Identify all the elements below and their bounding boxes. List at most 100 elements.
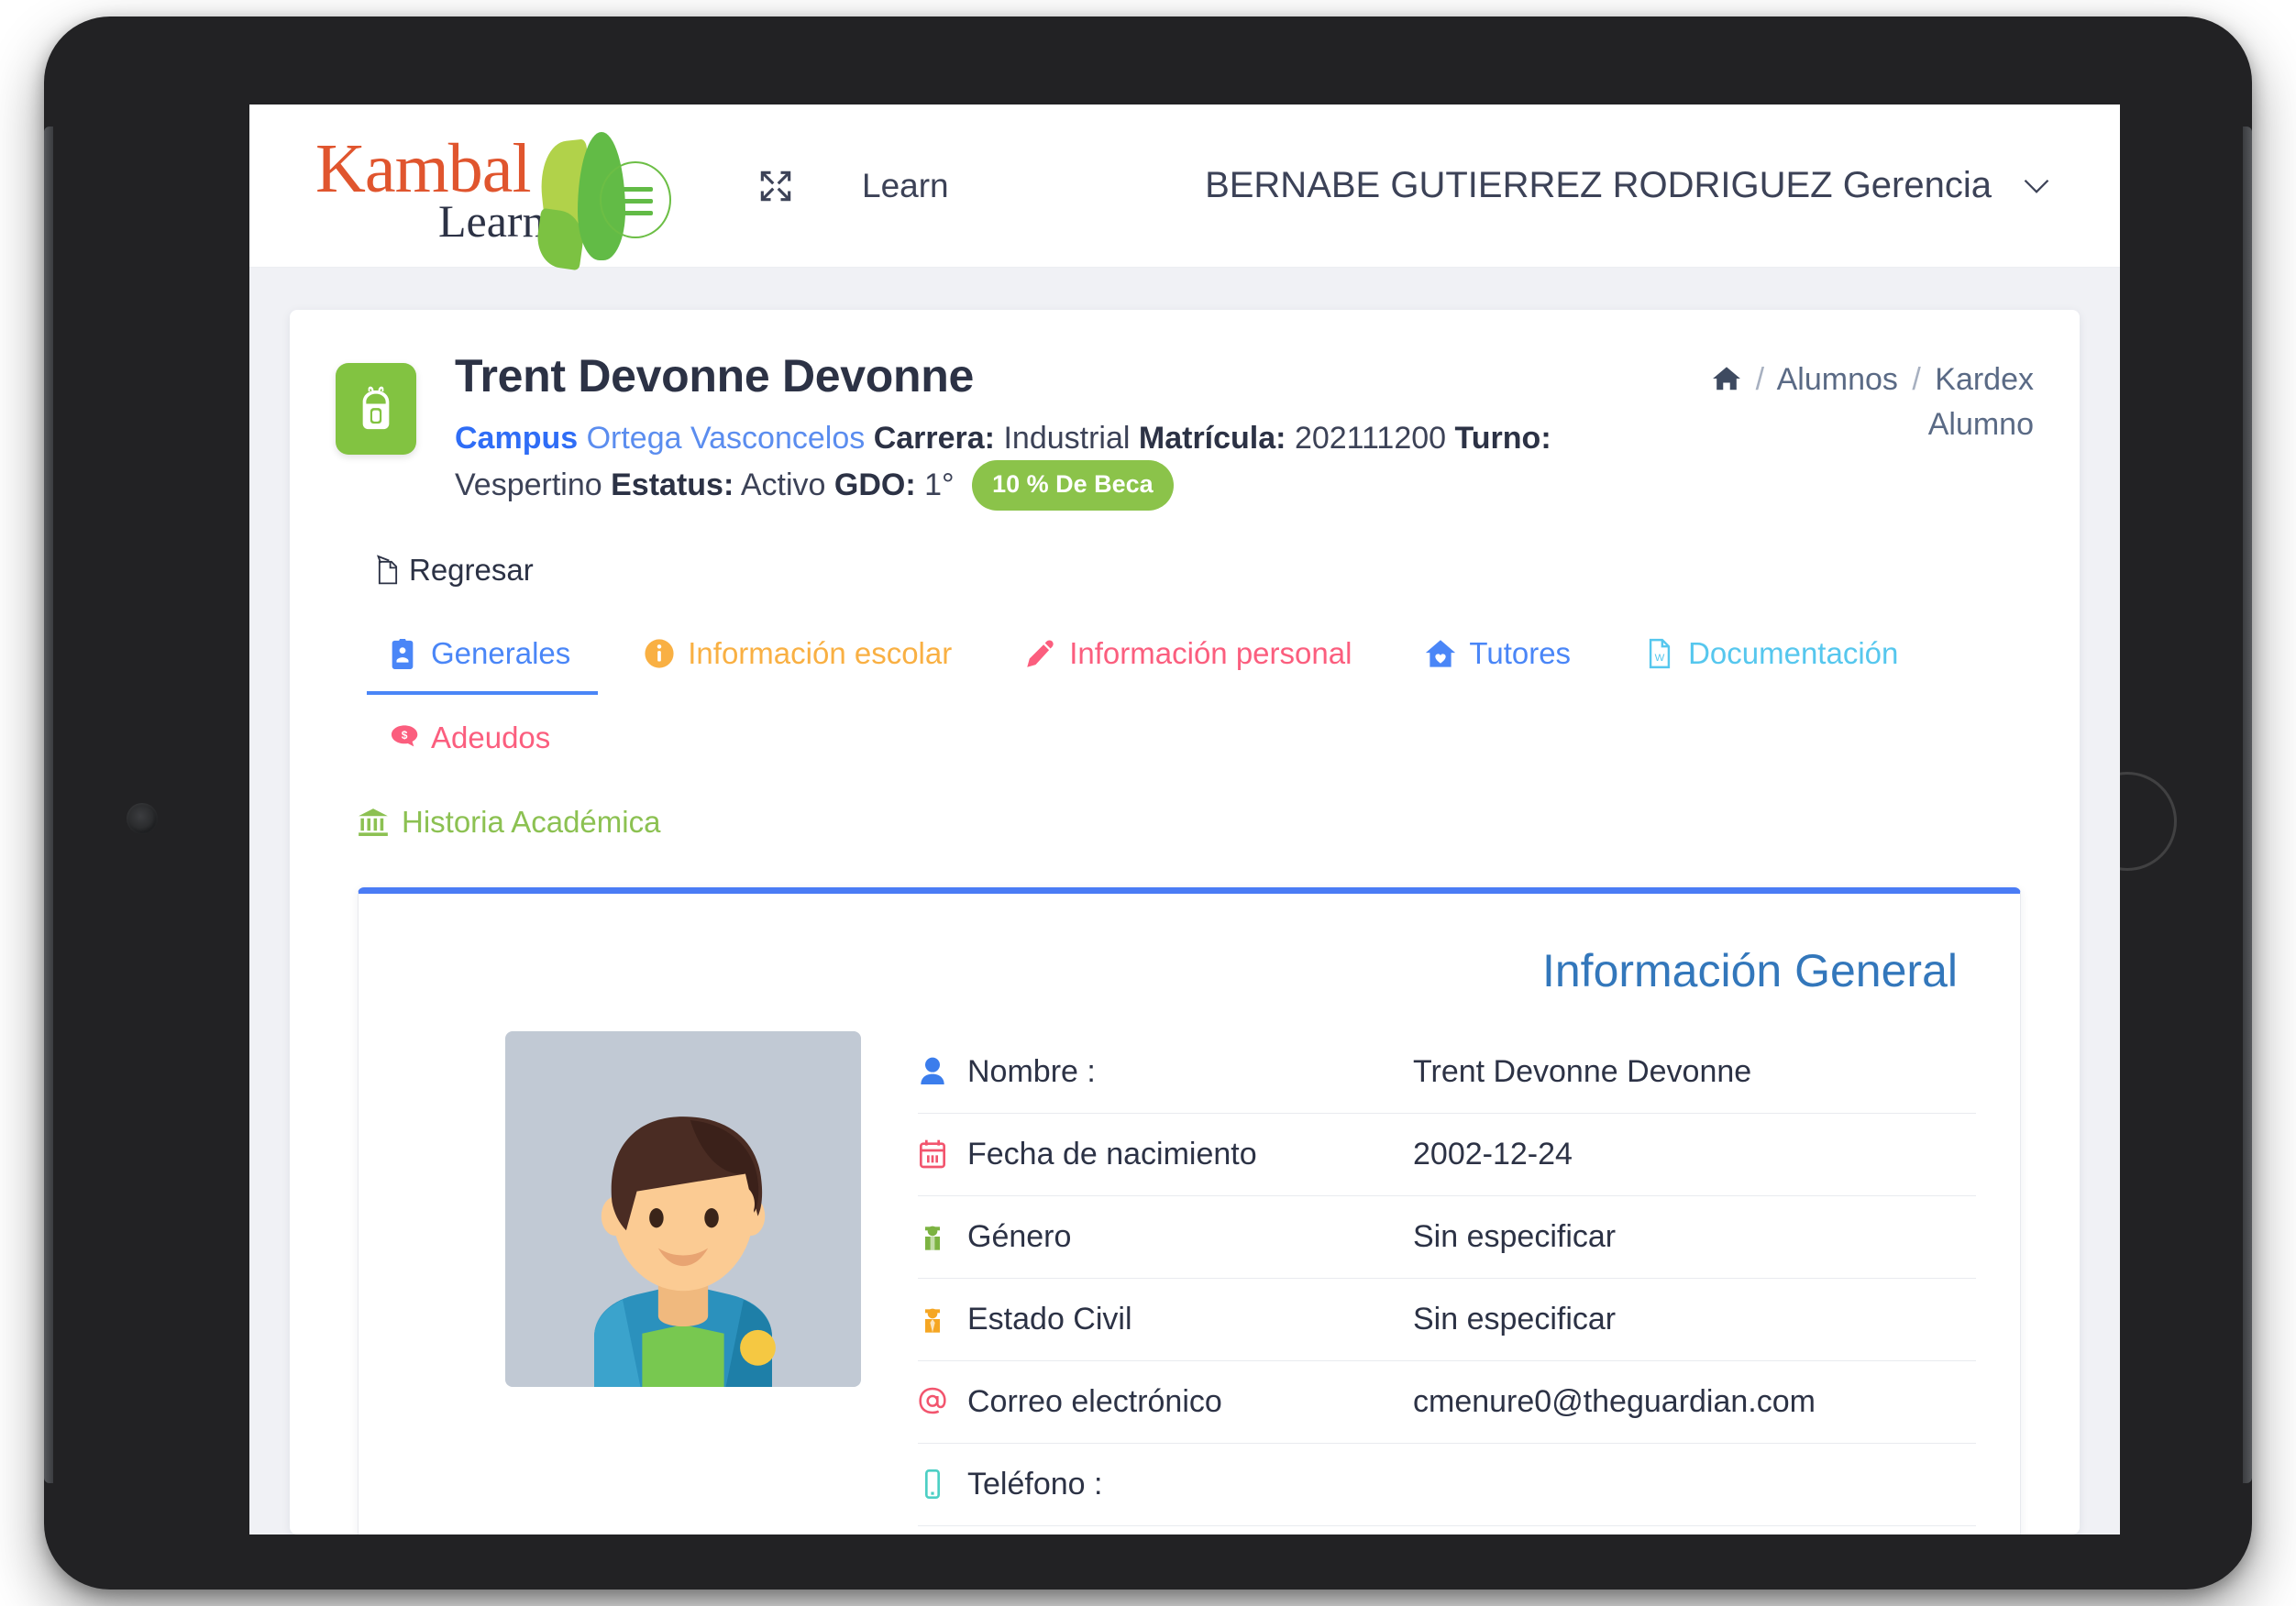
backpack-icon <box>336 363 416 455</box>
money-comment-icon: $ <box>391 724 418 746</box>
tab-bar: Generales Información escolar Informació… <box>336 632 2034 864</box>
informacion-general-panel: Información General Nombre: Trent Devon… <box>358 886 2021 1534</box>
general-info-table: Nombre : Trent Devonne Devonne Fecha de … <box>918 1031 1983 1534</box>
breadcrumb-sep-2: / <box>1912 362 1921 397</box>
row-label-cell: Teléfono : <box>918 1467 1413 1502</box>
breadcrumb-item-alumnos[interactable]: Alumnos <box>1777 362 1898 397</box>
row-label-cell: Género <box>918 1219 1413 1255</box>
person-tie-icon <box>925 1308 940 1333</box>
avatar <box>505 1030 861 1387</box>
expand-arrows-icon[interactable] <box>756 166 796 206</box>
tab-label: Generales <box>431 635 571 670</box>
row-label: Nombre : <box>967 1053 1096 1089</box>
row-value: 2002-12-24 <box>1413 1136 1573 1172</box>
row-value: cmenure0@theguardian.com <box>1413 1383 1816 1419</box>
id-badge-icon <box>392 638 414 669</box>
home-heart-icon <box>1426 639 1456 667</box>
table-row: Correo electrónico cmenure0@theguardian.… <box>918 1361 1976 1444</box>
university-icon <box>359 808 388 836</box>
page-title: Trent Devonne Devonne <box>455 350 975 402</box>
device-right-edge <box>2243 126 2252 1483</box>
main-content-card: Trent Devonne Devonne Campus Ortega Vasc… <box>290 310 2080 1534</box>
row-label: Fecha de nacimiento <box>967 1136 1257 1172</box>
svg-text:$: $ <box>402 728 408 741</box>
tab-adeudos[interactable]: $ Adeudos <box>367 717 578 779</box>
home-icon[interactable] <box>1712 365 1741 392</box>
row-label-cell: Fecha de nacimiento <box>918 1137 1413 1172</box>
tab-label: Información personal <box>1069 635 1352 670</box>
logo-hamburger-circle-icon <box>600 160 671 238</box>
logo-kambal-text: Kambal <box>315 129 532 207</box>
row-label: Género <box>967 1218 1072 1254</box>
panel-title: Información General <box>1541 944 1958 996</box>
user-icon <box>921 1057 944 1085</box>
row-value: Sin especificar <box>1413 1218 1617 1254</box>
row-label-cell: Estado Civil <box>918 1302 1413 1337</box>
user-account-name: BERNABE GUTIERREZ RODRIGUEZ Gerencia <box>1205 165 1992 205</box>
device-front-camera <box>127 803 158 834</box>
tab-informacion-escolar[interactable]: Información escolar <box>624 632 979 695</box>
row-value: Sin especificar <box>1413 1301 1617 1336</box>
user-account-menu[interactable]: BERNABE GUTIERREZ RODRIGUEZ Gerencia <box>1205 165 2074 206</box>
table-row: Edad : 18 <box>918 1526 1976 1534</box>
student-header: Trent Devonne Devonne Campus Ortega Vasc… <box>336 348 2034 511</box>
back-hand-icon <box>376 554 398 584</box>
gdo-label: GDO: <box>833 468 916 503</box>
calendar-icon <box>920 1139 945 1169</box>
status-badge: 10 % De Beca <box>972 460 1174 511</box>
tab-tutores[interactable]: Tutores <box>1405 632 1598 695</box>
device-screen: Kambal Learn Learn BERNABE GUTIERREZ ROD… <box>249 104 2120 1534</box>
row-label: Estado Civil <box>967 1301 1132 1336</box>
campus-value: Ortega Vasconcelos <box>586 421 866 456</box>
turno-label: Turno: <box>1454 421 1551 456</box>
at-icon <box>919 1387 946 1414</box>
tab-documentacion[interactable]: W Documentación <box>1624 632 1926 695</box>
chevron-down-icon[interactable] <box>2023 178 2050 194</box>
info-circle-icon <box>645 639 674 668</box>
tab-label: Documentación <box>1688 635 1899 670</box>
row-label: Correo electrónico <box>967 1383 1222 1419</box>
page-body: Trent Devonne Devonne Campus Ortega Vasc… <box>249 268 2120 1534</box>
tab-label: Información escolar <box>688 635 953 670</box>
breadcrumb-sep-1: / <box>1755 362 1765 397</box>
estatus-value: Activo <box>740 468 826 503</box>
row-label-cell: Nombre : <box>918 1054 1413 1090</box>
tab-label: Tutores <box>1469 635 1572 670</box>
table-row: Género Sin especificar <box>918 1196 1976 1279</box>
campus-label: Campus <box>455 421 579 456</box>
matricula-label: Matrícula: <box>1138 421 1286 456</box>
tablet-device-frame: Kambal Learn Learn BERNABE GUTIERREZ ROD… <box>44 16 2252 1590</box>
top-navbar: Kambal Learn Learn BERNABE GUTIERREZ ROD… <box>249 104 2120 270</box>
turno-value: Vespertino <box>455 468 602 503</box>
row-label: Teléfono : <box>967 1466 1103 1502</box>
word-file-icon: W <box>1649 638 1671 668</box>
carrera-label: Carrera: <box>873 421 996 456</box>
tab-informacion-personal[interactable]: Información personal <box>1005 632 1379 695</box>
svg-text:W: W <box>1655 652 1665 663</box>
table-row: Estado Civil Sin especificar <box>918 1279 1976 1361</box>
nav-link-learn[interactable]: Learn <box>862 167 949 205</box>
tab-label: Adeudos <box>431 720 551 754</box>
breadcrumb: / Alumnos / Kardex Alumno <box>1704 348 2034 448</box>
row-value: Trent Devonne Devonne <box>1413 1053 1752 1089</box>
tab-label: Historia Académica <box>402 804 661 839</box>
tab-historia-academica[interactable]: Historia Académica <box>358 801 2008 864</box>
back-link[interactable]: Regresar <box>374 553 534 588</box>
table-row: Nombre : Trent Devonne Devonne <box>918 1031 1976 1114</box>
gdo-value: 1° <box>924 468 955 503</box>
device-left-edge <box>44 126 53 1483</box>
student-meta-line: Campus Ortega Vasconcelos Carrera: Indus… <box>455 416 1702 511</box>
mobile-icon <box>925 1469 940 1500</box>
tab-generales[interactable]: Generales <box>367 632 599 695</box>
student-header-left: Trent Devonne Devonne Campus Ortega Vasc… <box>336 348 1704 511</box>
student-head-text: Trent Devonne Devonne Campus Ortega Vasc… <box>455 348 1702 511</box>
pencil-icon <box>1027 640 1054 667</box>
table-row: Teléfono : <box>918 1444 1976 1526</box>
row-label-cell: Correo electrónico <box>918 1384 1413 1420</box>
kambal-learn-logo[interactable]: Kambal Learn <box>301 117 684 270</box>
carrera-value: Industrial <box>1003 421 1131 456</box>
avatar-wrapper <box>395 1030 918 1387</box>
logo-learn-text: Learn <box>438 194 546 247</box>
breadcrumb-item-kardex-alumno[interactable]: Kardex Alumno <box>1928 362 2034 442</box>
estatus-label: Estatus: <box>611 468 734 503</box>
